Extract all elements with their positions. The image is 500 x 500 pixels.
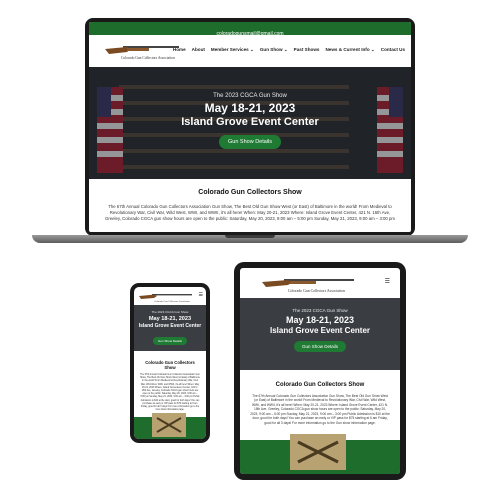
nav-past-shows[interactable]: Past Shows [294, 47, 320, 53]
laptop-display: coloradogunsmail@gmail.com Colorado Gun … [89, 22, 411, 232]
nav-news[interactable]: News & Current Info ⌄ [325, 47, 374, 53]
gun-show-details-button[interactable]: Gun Show Details [218, 135, 282, 149]
section-title: Colorado Gun Collectors Show [275, 382, 365, 388]
main-content: Colorado Gun Collectors Show The 67th An… [134, 351, 206, 415]
nav-gun-show[interactable]: Gun Show ⌄ [260, 47, 288, 53]
tablet-frame: Colorado Gun Collectors Association ☰ Th… [234, 262, 406, 480]
nav-member-services[interactable]: Member Services ⌄ [211, 47, 254, 53]
top-email-bar: coloradogunsmail@gmail.com [89, 22, 411, 37]
hero-date: May 18-21, 2023 [204, 101, 296, 115]
footer-band [134, 413, 206, 439]
hero-date: May 18-21, 2023 [285, 315, 355, 325]
tablet-header: Colorado Gun Collectors Association ☰ [240, 268, 400, 298]
nav-contact[interactable]: Contact Us [381, 47, 405, 53]
rifle-logo-icon[interactable]: Colorado Gun Collectors Association [138, 291, 196, 303]
main-nav: Home About Member Services ⌄ Gun Show ⌄ … [173, 47, 405, 53]
hero-venue: Island Grove Event Center [269, 326, 371, 335]
hero-date: May 18-21, 2023 [148, 316, 192, 322]
rifle-logo-icon[interactable]: Colorado Gun Collectors Association [260, 274, 360, 294]
gun-show-details-button[interactable]: Gun Show Details [293, 341, 347, 352]
menu-icon[interactable]: ☰ [385, 278, 390, 285]
laptop-frame: coloradogunsmail@gmail.com Colorado Gun … [85, 18, 415, 236]
gun-display-image [152, 413, 186, 437]
laptop-notch [225, 235, 275, 238]
main-content: Colorado Gun Collectors Show The 67th An… [89, 179, 411, 228]
hero-banner: The 2023 CGCA Gun Show May 18-21, 2023 I… [89, 67, 411, 179]
logo-text: Colorado Gun Collectors Association [154, 300, 191, 303]
section-body: The 67th Annual Colorado Gun Collectors … [140, 374, 200, 412]
logo-text: Colorado Gun Collectors Association [121, 56, 175, 60]
phone-header: Colorado Gun Collectors Association ☰ [134, 287, 206, 305]
hero-subtitle: The 2023 CGCA Gun Show [292, 308, 348, 313]
menu-icon[interactable]: ☰ [199, 292, 203, 298]
site-header: Colorado Gun Collectors Association Home… [89, 35, 411, 67]
hero-text: The 2023 CGCA Gun Show May 18-21, 2023 I… [89, 67, 411, 149]
main-content: Colorado Gun Collectors Show The 67th An… [240, 370, 400, 429]
tablet-display: Colorado Gun Collectors Association ☰ Th… [240, 268, 400, 474]
footer-band [240, 434, 400, 474]
section-body: The 67th Annual Colorado Gun Collectors … [105, 204, 395, 222]
gun-show-details-button[interactable]: Gun Show Details [152, 337, 187, 345]
hero-venue: Island Grove Event Center [181, 116, 319, 128]
hero-subtitle: The 2023 CGCA Gun Show [213, 93, 287, 99]
hero-text: The 2023 CGCA Gun Show May 18-21, 2023 I… [134, 305, 206, 347]
hero-venue: Island Grove Event Center [138, 323, 202, 329]
hero-text: The 2023 CGCA Gun Show May 18-21, 2023 I… [240, 298, 400, 353]
hero-subtitle: The 2023 CGCA Gun Show [151, 310, 189, 314]
section-body: The 67th Annual Colorado Gun Collectors … [250, 394, 390, 425]
logo-text: Colorado Gun Collectors Association [288, 289, 345, 293]
hero-banner: The 2023 CGCA Gun Show May 18-21, 2023 I… [240, 298, 400, 370]
nav-about[interactable]: About [192, 47, 205, 53]
hero-banner: The 2023 CGCA Gun Show May 18-21, 2023 I… [134, 305, 206, 351]
section-title: Colorado Gun Collectors Show [198, 189, 302, 196]
gun-display-image [290, 434, 346, 470]
nav-home[interactable]: Home [173, 47, 186, 53]
section-title: Colorado Gun Collectors Show [145, 360, 195, 370]
phone-frame: Colorado Gun Collectors Association ☰ Th… [130, 283, 210, 443]
phone-display: Colorado Gun Collectors Association ☰ Th… [134, 287, 206, 439]
